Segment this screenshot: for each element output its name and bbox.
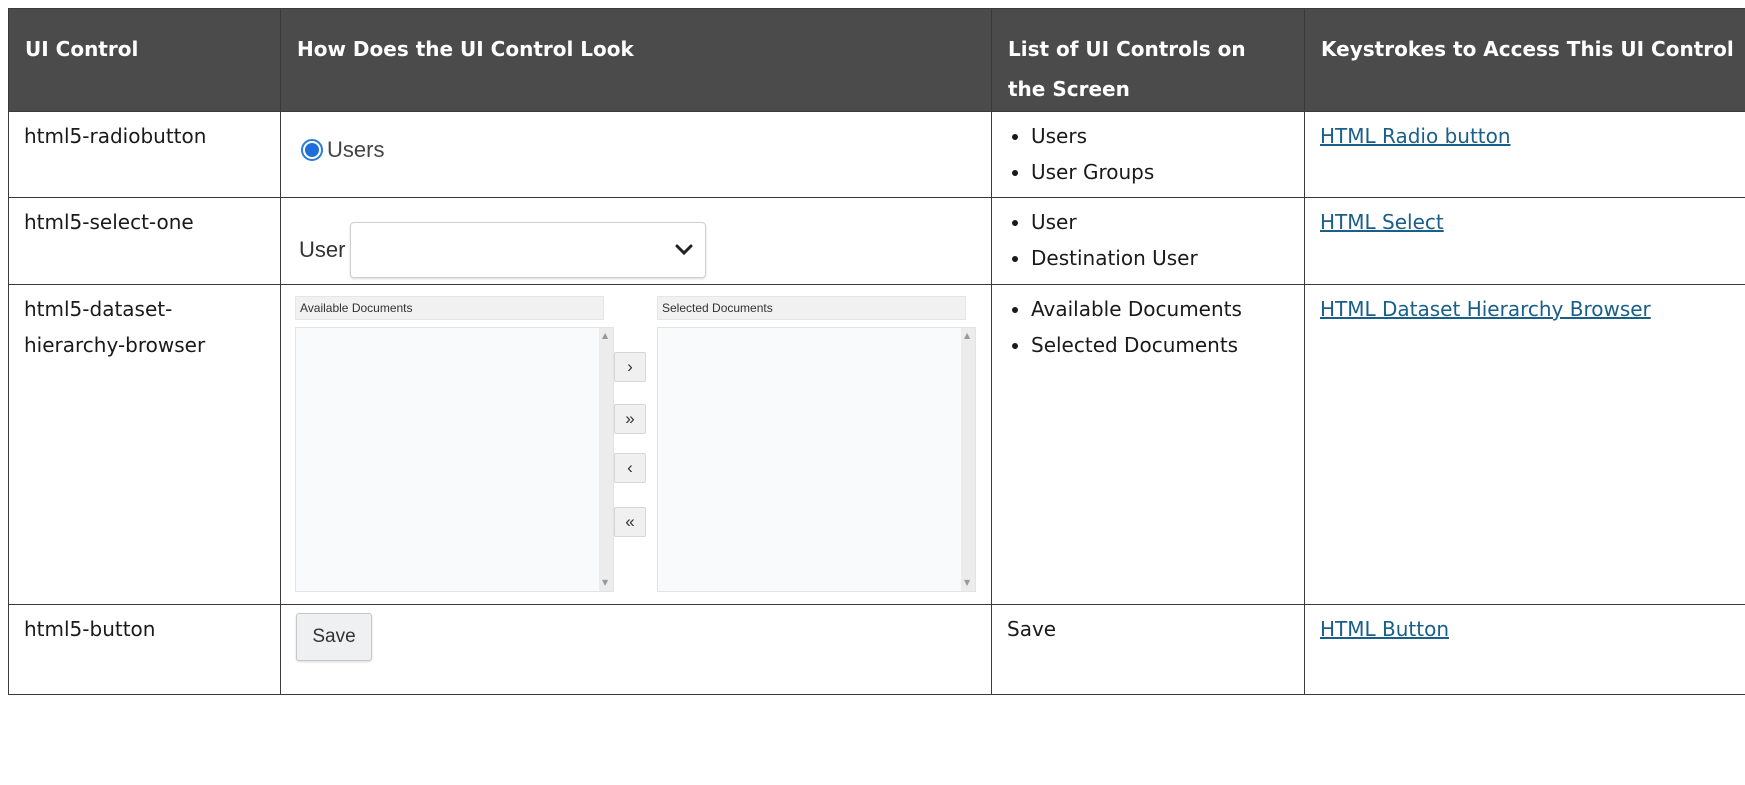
controls-list: Users User Groups bbox=[1007, 118, 1289, 190]
radio-button[interactable] bbox=[301, 139, 323, 161]
scroll-down-icon[interactable]: ▼ bbox=[964, 579, 970, 587]
list-item: Selected Documents bbox=[1031, 327, 1289, 363]
scrollbar[interactable]: ▲ ▼ bbox=[961, 328, 975, 591]
header-row: UI Control How Does the UI Control Look … bbox=[8, 8, 1745, 112]
scrollbar[interactable]: ▲ ▼ bbox=[599, 328, 613, 591]
link-html-radio-button[interactable]: HTML Radio button bbox=[1320, 124, 1511, 148]
keystrokes-cell: HTML Radio button bbox=[1304, 111, 1745, 198]
control-name: html5-button bbox=[8, 604, 281, 695]
radio-preview: Users bbox=[301, 132, 976, 168]
move-all-left-button[interactable]: « bbox=[614, 507, 646, 537]
list-item: Destination User bbox=[1031, 240, 1289, 276]
available-documents-list[interactable]: ▲ ▼ bbox=[295, 327, 614, 592]
keystrokes-cell: HTML Dataset Hierarchy Browser bbox=[1304, 284, 1745, 605]
preview-cell: Available Documents ▲ ▼ Selected Document… bbox=[280, 284, 992, 605]
user-select[interactable] bbox=[350, 222, 707, 278]
select-label: User bbox=[299, 237, 346, 262]
link-html-select[interactable]: HTML Select bbox=[1320, 210, 1444, 234]
list-item: User bbox=[1031, 204, 1289, 240]
preview-cell: Save bbox=[280, 604, 992, 695]
controls-list-cell: Available Documents Selected Documents bbox=[991, 284, 1305, 605]
save-button[interactable]: Save bbox=[296, 613, 372, 661]
header-keystrokes: Keystrokes to Access This UI Control bbox=[1304, 8, 1745, 112]
table-row-select-one: html5-select-one User User Destination U… bbox=[8, 197, 1745, 285]
move-right-button[interactable]: › bbox=[614, 352, 646, 382]
header-ui-control: UI Control bbox=[8, 8, 281, 112]
list-item: User Groups bbox=[1031, 154, 1289, 190]
controls-list-cell: Users User Groups bbox=[991, 111, 1305, 198]
available-documents-header: Available Documents bbox=[295, 296, 604, 320]
scroll-up-icon[interactable]: ▲ bbox=[964, 332, 970, 340]
selected-documents-list[interactable]: ▲ ▼ bbox=[657, 327, 976, 592]
move-all-right-button[interactable]: » bbox=[614, 404, 646, 434]
table-row-button: html5-button Save Save HTML Button bbox=[8, 604, 1745, 695]
link-html-button[interactable]: HTML Button bbox=[1320, 617, 1449, 641]
radio-label: Users bbox=[327, 137, 385, 162]
list-item: Users bbox=[1031, 118, 1289, 154]
link-html-dataset-hierarchy-browser[interactable]: HTML Dataset Hierarchy Browser bbox=[1320, 297, 1651, 321]
preview-cell: Users bbox=[280, 111, 992, 198]
list-item: Available Documents bbox=[1031, 291, 1289, 327]
scroll-down-icon[interactable]: ▼ bbox=[602, 579, 608, 587]
select-preview: User bbox=[299, 222, 976, 278]
move-left-button[interactable]: ‹ bbox=[614, 453, 646, 483]
keystrokes-cell: HTML Select bbox=[1304, 197, 1745, 285]
controls-list-cell: User Destination User bbox=[991, 197, 1305, 285]
dataset-hierarchy-browser: Available Documents ▲ ▼ Selected Document… bbox=[295, 293, 976, 592]
header-controls-list: List of UI Controls on the Screen bbox=[991, 8, 1305, 112]
selected-documents-header: Selected Documents bbox=[657, 296, 966, 320]
controls-list: Available Documents Selected Documents bbox=[1007, 291, 1289, 363]
controls-text-cell: Save bbox=[991, 604, 1305, 695]
control-name: html5-radiobutton bbox=[8, 111, 281, 198]
keystrokes-cell: HTML Button bbox=[1304, 604, 1745, 695]
radio-selected-dot bbox=[305, 143, 319, 157]
ui-controls-table: UI Control How Does the UI Control Look … bbox=[8, 8, 1745, 695]
scroll-up-icon[interactable]: ▲ bbox=[602, 332, 608, 340]
control-name: html5-select-one bbox=[8, 197, 281, 285]
table-row-radiobutton: html5-radiobutton Users Users User Group… bbox=[8, 111, 1745, 198]
preview-cell: User bbox=[280, 197, 992, 285]
table-row-dataset-hierarchy-browser: html5-dataset-hierarchy-browser Availabl… bbox=[8, 284, 1745, 605]
controls-list: User Destination User bbox=[1007, 204, 1289, 276]
header-ui-control-look: How Does the UI Control Look bbox=[280, 8, 992, 112]
chevron-down-icon bbox=[675, 244, 693, 256]
control-name: html5-dataset-hierarchy-browser bbox=[8, 284, 281, 605]
